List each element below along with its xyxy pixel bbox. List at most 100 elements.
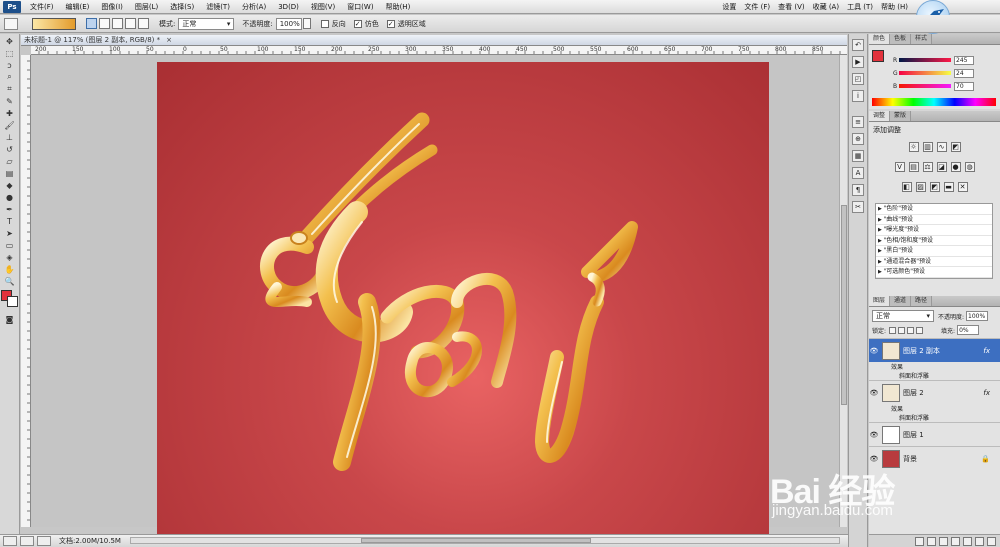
levels-icon[interactable]: ▥ xyxy=(922,142,933,152)
move-tool-icon[interactable]: ✥ xyxy=(4,36,16,46)
info-icon[interactable]: i xyxy=(852,90,864,102)
background-color-swatch[interactable] xyxy=(6,296,18,307)
dodge-tool-icon[interactable]: ● xyxy=(4,192,16,202)
layer-opacity-input[interactable]: 100% xyxy=(966,311,989,321)
curves-icon[interactable]: ∿ xyxy=(936,142,947,152)
green-slider[interactable] xyxy=(899,71,951,75)
clone-stamp-tool-icon[interactable]: ⊥ xyxy=(4,132,16,142)
eye-icon[interactable]: 👁 xyxy=(869,431,879,439)
blue-slider[interactable] xyxy=(899,84,951,88)
eye-icon[interactable]: 👁 xyxy=(869,347,879,355)
menu-layer[interactable]: 图层(L) xyxy=(129,2,164,12)
close-icon[interactable]: × xyxy=(166,36,172,44)
tab-masks[interactable]: 蒙版 xyxy=(890,111,912,121)
app-icon[interactable] xyxy=(20,536,34,546)
lock-pixels-icon[interactable] xyxy=(898,326,906,334)
eyedropper-tool-icon[interactable]: ✎ xyxy=(4,96,16,106)
browser-menu-file[interactable]: 文件 (F) xyxy=(740,2,774,12)
threshold-icon[interactable]: ◩ xyxy=(929,182,940,192)
red-slider[interactable] xyxy=(899,58,951,62)
pen-tool-icon[interactable]: ✒ xyxy=(4,204,16,214)
scrollbar-thumb[interactable] xyxy=(361,538,591,543)
menu-edit[interactable]: 编辑(E) xyxy=(60,2,96,12)
hand-tool-icon[interactable]: ✋ xyxy=(4,264,16,274)
browser-menu-favorites[interactable]: 收藏 (A) xyxy=(809,2,843,12)
zoom-tool-icon[interactable]: 🔍 xyxy=(4,276,16,286)
red-value[interactable]: 245 xyxy=(954,55,974,65)
list-item[interactable]: "可选颜色"预设 xyxy=(876,267,992,278)
tab-adjustments[interactable]: 调整 xyxy=(869,111,891,121)
green-value[interactable]: 24 xyxy=(954,68,974,78)
selective-color-icon[interactable]: ✕ xyxy=(957,182,968,192)
transparency-checkbox[interactable]: ✓ 透明区域 xyxy=(386,19,426,29)
canvas[interactable] xyxy=(157,62,769,539)
angle-gradient-icon[interactable] xyxy=(112,18,123,29)
browser-menu-help[interactable]: 帮助 (H) xyxy=(877,2,912,12)
effect-row[interactable]: 斜面和浮雕 xyxy=(869,413,1000,422)
exposure-icon[interactable]: ◩ xyxy=(950,142,961,152)
browser-menu-view[interactable]: 查看 (V) xyxy=(774,2,808,12)
app-icon[interactable] xyxy=(37,536,51,546)
fx-icon[interactable]: fx xyxy=(983,389,990,397)
menu-3d[interactable]: 3D(D) xyxy=(272,3,305,11)
tab-channels[interactable]: 通道 xyxy=(890,296,912,306)
photoshop-logo-icon[interactable]: Ps xyxy=(3,0,21,13)
actions-icon[interactable]: ▶ xyxy=(852,56,864,68)
brushes-icon[interactable]: ≡ xyxy=(852,116,864,128)
diamond-gradient-icon[interactable] xyxy=(138,18,149,29)
fill-input[interactable]: 0% xyxy=(957,325,980,335)
link-layers-icon[interactable] xyxy=(915,536,924,546)
menu-help[interactable]: 帮助(H) xyxy=(380,2,417,12)
navigator-icon[interactable]: ◰ xyxy=(852,73,864,85)
character-icon[interactable]: A xyxy=(852,167,864,179)
menu-analysis[interactable]: 分析(A) xyxy=(236,2,272,12)
layer-row[interactable]: 👁 图层 1 xyxy=(869,422,1000,446)
dither-checkbox-box[interactable]: ✓ xyxy=(353,19,362,28)
start-icon[interactable] xyxy=(3,536,17,546)
photo-filter-icon[interactable]: ● xyxy=(950,162,961,172)
gradient-tool-preset-icon[interactable] xyxy=(4,17,18,30)
adjustment-layer-icon[interactable] xyxy=(951,536,960,546)
invert-icon[interactable]: ◧ xyxy=(901,182,912,192)
eraser-tool-icon[interactable]: ▱ xyxy=(4,156,16,166)
add-mask-icon[interactable] xyxy=(939,536,948,546)
3d-tool-icon[interactable]: ◈ xyxy=(4,252,16,262)
crop-tool-icon[interactable]: ⌗ xyxy=(4,84,16,94)
new-layer-icon[interactable] xyxy=(975,536,984,546)
vertical-scrollbar[interactable] xyxy=(839,55,847,527)
gradient-swatch[interactable] xyxy=(32,17,76,30)
layer-row-selected[interactable]: 👁 图层 2 副本 fx xyxy=(869,338,1000,362)
menu-image[interactable]: 图像(I) xyxy=(95,2,129,12)
type-tool-icon[interactable]: T xyxy=(4,216,16,226)
lock-transparency-icon[interactable] xyxy=(889,326,897,334)
black-white-icon[interactable]: ◪ xyxy=(936,162,947,172)
paragraph-icon[interactable]: ¶ xyxy=(852,184,864,196)
channel-mixer-icon[interactable]: ◍ xyxy=(964,162,975,172)
menu-file[interactable]: 文件(F) xyxy=(24,2,60,12)
lasso-tool-icon[interactable]: ↄ xyxy=(4,60,16,70)
list-item[interactable]: "黑白"预设 xyxy=(876,246,992,257)
blend-mode-select[interactable]: 正常 ▾ xyxy=(872,310,934,322)
gradient-tool-icon[interactable]: ▤ xyxy=(4,168,16,178)
effects-row[interactable]: 效果 xyxy=(869,362,1000,371)
browser-menu-settings[interactable]: 设置 xyxy=(718,2,740,12)
reflected-gradient-icon[interactable] xyxy=(125,18,136,29)
mode-select[interactable]: 正常 ▾ xyxy=(178,17,235,30)
fx-icon[interactable]: fx xyxy=(983,347,990,355)
foreground-color-swatch[interactable] xyxy=(872,50,884,62)
tab-styles[interactable]: 样式 xyxy=(911,34,933,44)
posterize-icon[interactable]: ▨ xyxy=(915,182,926,192)
list-item[interactable]: "曝光度"预设 xyxy=(876,225,992,236)
gradient-map-icon[interactable]: ▬ xyxy=(943,182,954,192)
effects-row[interactable]: 效果 xyxy=(869,404,1000,413)
list-item[interactable]: "曲线"预设 xyxy=(876,215,992,225)
eye-icon[interactable]: 👁 xyxy=(869,389,879,397)
lock-all-icon[interactable] xyxy=(916,326,924,334)
layer-row[interactable]: 👁 图层 2 fx xyxy=(869,380,1000,404)
path-select-tool-icon[interactable]: ➤ xyxy=(4,228,16,238)
horizontal-scrollbar[interactable] xyxy=(130,537,840,544)
opacity-slider-icon[interactable] xyxy=(302,18,311,29)
opacity-input[interactable]: 100% xyxy=(275,17,302,30)
delete-layer-icon[interactable] xyxy=(987,536,996,546)
menu-view[interactable]: 视图(V) xyxy=(305,2,341,12)
